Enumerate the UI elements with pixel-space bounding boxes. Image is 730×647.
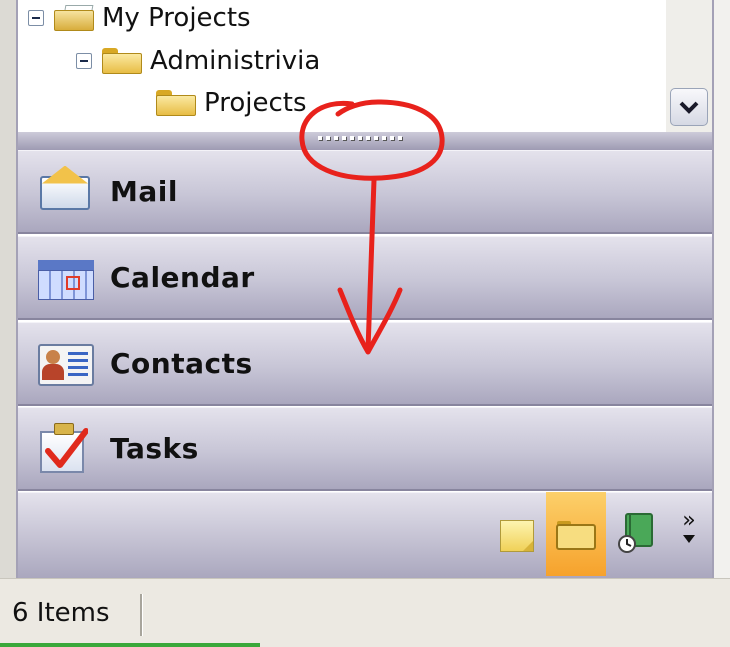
contacts-icon — [38, 338, 94, 390]
journal-icon[interactable] — [616, 512, 656, 554]
tasks-icon — [38, 422, 94, 475]
nav-button-mail[interactable]: Mail — [18, 150, 712, 234]
status-progress-strip — [0, 643, 260, 647]
folder-icon — [156, 90, 196, 116]
right-frame — [714, 0, 730, 578]
pane-splitter[interactable] — [18, 132, 712, 150]
nav-button-label: Tasks — [110, 432, 199, 465]
splitter-grip-icon[interactable] — [318, 136, 402, 140]
collapse-toggle[interactable] — [76, 53, 92, 69]
scroll-down-button[interactable] — [670, 88, 708, 126]
shortcut-toolbar — [18, 492, 712, 578]
calendar-icon — [38, 252, 94, 304]
chevron-down-icon — [679, 101, 699, 114]
status-item-count: 6 Items — [12, 598, 110, 628]
nav-button-label: Contacts — [110, 347, 253, 380]
notes-icon[interactable] — [500, 520, 534, 552]
nav-button-contacts[interactable]: Contacts — [18, 322, 712, 406]
nav-button-tasks[interactable]: Tasks — [18, 407, 712, 491]
collapse-toggle[interactable] — [28, 10, 44, 26]
folder-list-icon[interactable] — [556, 520, 596, 550]
right-frame-border — [712, 0, 714, 578]
tree-item-administrivia[interactable]: Administrivia — [76, 41, 320, 81]
folder-icon — [54, 5, 94, 31]
tree-item-projects[interactable]: Projects — [156, 83, 307, 123]
nav-button-label: Mail — [110, 175, 178, 208]
configure-buttons-icon[interactable]: » — [676, 510, 702, 556]
tree-item-my-projects[interactable]: My Projects — [28, 0, 251, 38]
tree-item-label: My Projects — [102, 3, 251, 33]
folder-tree: My Projects Administrivia Projects — [18, 0, 712, 132]
status-separator — [140, 594, 142, 636]
dropdown-arrow-icon — [683, 535, 695, 543]
nav-button-calendar[interactable]: Calendar — [18, 236, 712, 320]
more-glyph: » — [682, 508, 696, 533]
folder-icon — [102, 48, 142, 74]
tree-item-label: Projects — [204, 88, 307, 118]
tree-item-label: Administrivia — [150, 46, 321, 76]
mail-icon — [38, 165, 94, 218]
nav-button-label: Calendar — [110, 261, 255, 294]
